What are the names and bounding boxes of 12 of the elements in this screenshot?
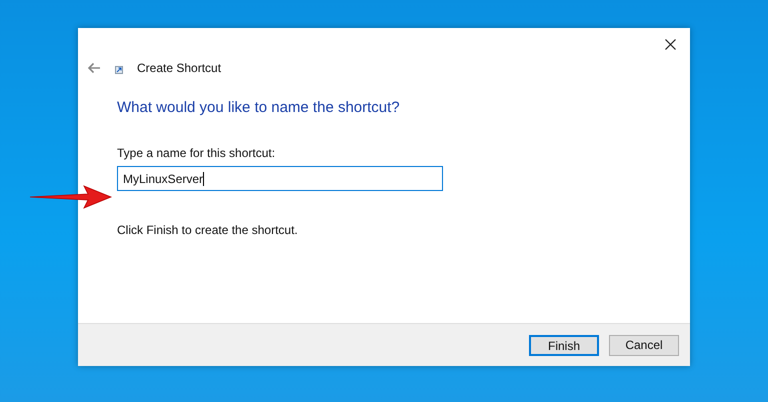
name-input-field[interactable]: MyLinuxServer — [117, 166, 443, 191]
instruction-text: Click Finish to create the shortcut. — [117, 222, 299, 239]
window-title: Create Shortcut — [137, 60, 222, 77]
shortcut-icon — [115, 66, 123, 74]
pointer-arrow-icon — [30, 184, 112, 210]
dialog-button[interactable]: Finish — [529, 334, 599, 356]
dialog-button[interactable]: Cancel — [609, 334, 679, 356]
dialog-heading: What would you like to name the shortcut? — [117, 98, 401, 118]
close-icon — [664, 38, 676, 50]
back-button[interactable] — [87, 61, 101, 75]
field-label: Type a name for this shortcut: — [117, 145, 276, 162]
back-arrow-icon — [87, 62, 101, 74]
